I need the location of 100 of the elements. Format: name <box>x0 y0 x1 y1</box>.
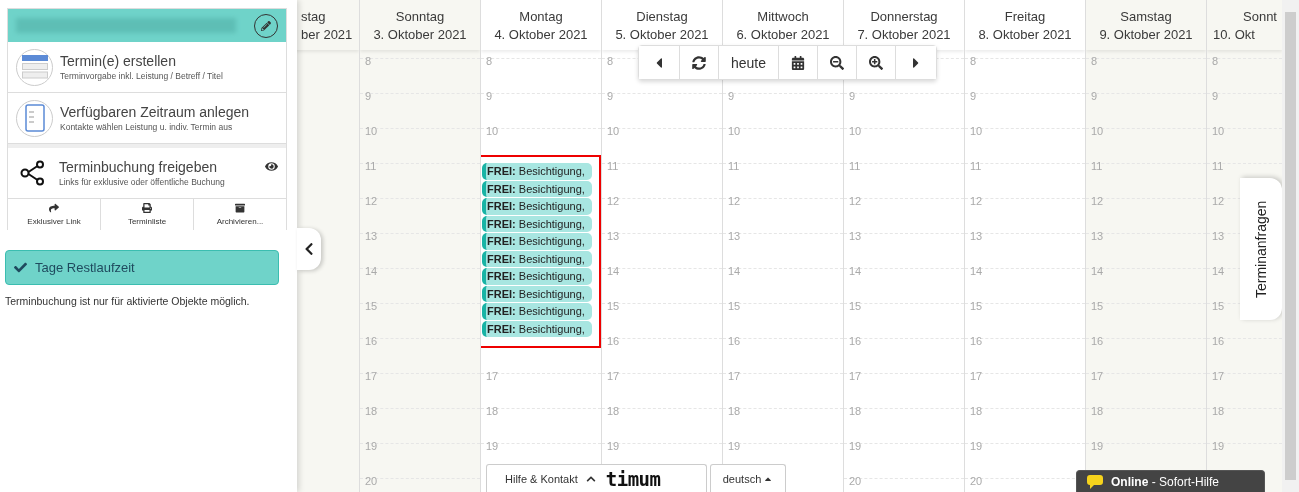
pencil-icon <box>261 20 271 31</box>
day-date: 4. Oktober 2021 <box>493 26 589 42</box>
hour-label: 16 <box>728 334 741 348</box>
help-link[interactable]: Hilfe & Kontakt <box>505 472 596 485</box>
hour-label: 8 <box>970 54 977 68</box>
hour-label: 11 <box>970 159 982 173</box>
hour-label: 12 <box>728 194 741 208</box>
calendar-event[interactable]: FREI: Besichtigung, <box>482 303 592 320</box>
hour-label: 19 <box>1212 439 1225 453</box>
hour-label: 14 <box>849 264 862 278</box>
hour-label: 8 <box>607 54 614 68</box>
hour-label: 17 <box>970 369 983 383</box>
hour-label: 19 <box>607 439 620 453</box>
calendar-event[interactable]: FREI: Besichtigung, <box>482 285 592 302</box>
hour-label: 17 <box>1212 369 1225 383</box>
today-button[interactable]: heute <box>718 46 779 79</box>
hour-label: 9 <box>1212 89 1219 103</box>
item-subtitle: Kontakte wählen Leistung u. indiv. Termin aus <box>60 122 234 132</box>
hour-label: 9 <box>1091 89 1098 103</box>
hour-label: 14 <box>1212 264 1225 278</box>
hour-label: 15 <box>1091 299 1104 313</box>
share-nodes-icon <box>20 160 46 186</box>
hour-label: 12 <box>1091 194 1104 208</box>
hour-label: 18 <box>486 404 499 418</box>
hour-label: 14 <box>728 264 741 278</box>
day-name: Montag <box>518 8 564 24</box>
hour-label: 10 <box>365 124 378 138</box>
day-date: ber 2021 <box>300 26 354 42</box>
hour-label: 17 <box>486 369 499 383</box>
next-button[interactable] <box>895 46 937 79</box>
hour-label: 13 <box>1091 229 1104 243</box>
hour-label: 17 <box>607 369 620 383</box>
collapse-button[interactable] <box>297 228 321 270</box>
share-icon <box>49 203 59 213</box>
hour-label: 12 <box>1212 194 1225 208</box>
hour-label: 20 <box>365 474 378 488</box>
hour-label: 16 <box>1212 334 1225 348</box>
calendar-event[interactable]: FREI: Besichtigung, <box>482 233 592 250</box>
document-icon <box>24 104 45 132</box>
calendar-event[interactable]: FREI: Besichtigung, <box>482 320 592 337</box>
speech-bubble-icon <box>1087 474 1103 489</box>
hour-label: 10 <box>486 124 499 138</box>
calendar-event[interactable]: FREI: Besichtigung, <box>482 198 592 215</box>
item-subtitle: Terminvorgabe inkl. Leistung / Betreff / Titel <box>60 71 224 81</box>
hour-label: 15 <box>728 299 741 313</box>
language-button[interactable]: deutsch <box>710 464 786 492</box>
calendar-event[interactable]: FREI: Besichtigung, <box>482 163 592 180</box>
hour-label: 20 <box>849 474 862 488</box>
calendar-button[interactable] <box>778 46 818 79</box>
hour-label: 12 <box>365 194 378 208</box>
hour-label: 13 <box>970 229 983 243</box>
archive-icon <box>235 203 245 213</box>
zoom-in-button[interactable] <box>856 46 896 79</box>
hour-label: 10 <box>1212 124 1225 138</box>
hour-label: 17 <box>1091 369 1104 383</box>
hour-label: 20 <box>970 474 983 488</box>
hour-label: 19 <box>970 439 983 453</box>
day-name: Freitag <box>1003 8 1047 24</box>
zoom-out-button[interactable] <box>817 46 857 79</box>
status-button[interactable]: Tage Restlaufzeit <box>5 250 279 285</box>
calendar-event[interactable]: FREI: Besichtigung, <box>482 180 592 197</box>
prev-button[interactable] <box>639 46 679 79</box>
hour-label: 19 <box>1091 439 1104 453</box>
hour-label: 8 <box>365 54 372 68</box>
day-date: 8. Oktober 2021 <box>977 26 1073 42</box>
hour-label: 12 <box>970 194 983 208</box>
day-date: 7. Oktober 2021 <box>856 26 952 42</box>
day-date: 10. Okt <box>1212 26 1256 42</box>
calendar-event[interactable]: FREI: Besichtigung, <box>482 215 592 232</box>
hour-label: 13 <box>1212 229 1225 243</box>
hour-label: 9 <box>486 89 493 103</box>
hour-label: 19 <box>486 439 499 453</box>
refresh-button[interactable] <box>679 46 718 79</box>
item-subtitle: Links für exklusive oder öffentliche Buchung <box>59 177 226 187</box>
hour-label: 13 <box>607 229 620 243</box>
hour-label: 14 <box>607 264 620 278</box>
hour-label: 10 <box>607 124 620 138</box>
hour-label: 15 <box>365 299 378 313</box>
hour-label: 10 <box>1091 124 1104 138</box>
side-tab[interactable]: Terminanfragen <box>1240 178 1282 320</box>
hour-label: 18 <box>1091 404 1104 418</box>
scrollbar[interactable] <box>1282 0 1299 492</box>
day-name: stag <box>300 8 327 24</box>
hour-label: 10 <box>849 124 862 138</box>
calendar-icon <box>791 55 806 70</box>
hour-label: 19 <box>365 439 378 453</box>
hour-label: 11 <box>1091 159 1103 173</box>
hour-label: 15 <box>607 299 620 313</box>
item-title: Termin(e) erstellen <box>60 53 177 69</box>
eye-icon[interactable] <box>265 160 278 173</box>
calendar-event[interactable]: FREI: Besichtigung, <box>482 268 592 285</box>
check-icon <box>14 261 27 274</box>
hour-label: 18 <box>849 404 862 418</box>
calendar-event[interactable]: FREI: Besichtigung, <box>482 250 592 267</box>
zoom-in-icon <box>869 55 884 70</box>
chat-button[interactable]: Online - Sofort-Hilfe <box>1076 470 1265 492</box>
hour-label: 18 <box>970 404 983 418</box>
hour-label: 13 <box>849 229 862 243</box>
printer-icon <box>142 203 152 213</box>
hour-label: 17 <box>849 369 862 383</box>
